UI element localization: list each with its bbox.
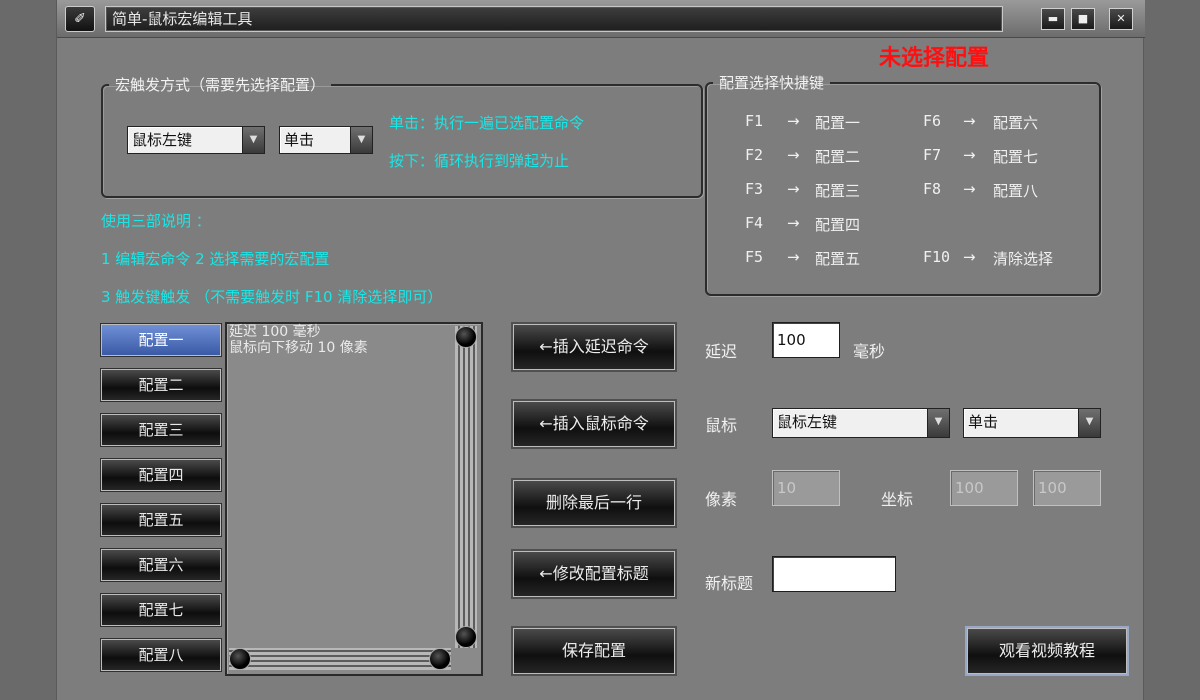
chevron-down-icon[interactable]: ▼ [350,127,372,153]
arrow-right-icon: → [963,248,976,266]
chevron-down-icon[interactable]: ▼ [242,127,264,153]
arrow-right-icon: → [963,180,976,198]
maximize-button[interactable]: ■ [1071,8,1095,30]
selection-status: 未选择配置 [879,45,990,71]
shortcut-key-f1: F1 [745,112,764,130]
mouse-action-value: 单击 [968,413,999,431]
trigger-button-select[interactable]: 鼠标左键 ▼ [127,126,265,154]
watch-video-button[interactable]: 观看视频教程 [967,628,1127,674]
arrow-right-icon: → [963,112,976,130]
instructions-header: 使用三部说明 ： [101,212,211,230]
shortcut-key-f6: F6 [923,112,942,130]
config-button-1[interactable]: 配置一 [101,324,221,356]
new-title-input[interactable] [772,556,896,592]
mouse-action-select[interactable]: 单击 ▼ [963,408,1101,438]
config-button-2[interactable]: 配置二 [101,369,221,401]
scroll-down-ball-icon[interactable] [455,626,477,648]
instructions-line-2: 3 触发键触发 （不需要触发时 F10 清除选择即可） [101,288,443,306]
window-title: 简单-鼠标宏编辑工具 [105,6,1003,32]
scroll-up-ball-icon[interactable] [455,326,477,348]
list-item[interactable]: 鼠标向下移动 10 像素 [227,340,481,356]
config-button-6[interactable]: 配置六 [101,549,221,581]
shortcut-target-3: 配置三 [815,182,861,200]
app-pen-icon[interactable]: ✐ [65,6,95,32]
shortcut-target-5: 配置五 [815,250,861,268]
shortcut-target-clear: 清除选择 [993,250,1054,268]
config-button-8[interactable]: 配置八 [101,639,221,671]
delay-input[interactable] [772,322,840,358]
arrow-right-icon: → [787,214,800,232]
mouse-button-select[interactable]: 鼠标左键 ▼ [772,408,950,438]
command-list[interactable]: 延迟 100 毫秒 鼠标向下移动 10 像素 [225,322,483,676]
shortcut-key-f2: F2 [745,146,764,164]
arrow-right-icon: → [787,146,800,164]
chevron-down-icon[interactable]: ▼ [1078,409,1100,437]
scroll-right-ball-icon[interactable] [429,648,451,670]
config-button-5[interactable]: 配置五 [101,504,221,536]
shortcut-key-f8: F8 [923,180,942,198]
shortcut-key-f5: F5 [745,248,764,266]
shortcut-key-f4: F4 [745,214,764,232]
instructions-line-1: 1 编辑宏命令 2 选择需要的宏配置 [101,250,330,268]
horizontal-scrollbar[interactable] [229,648,451,670]
shortcut-target-1: 配置一 [815,114,861,132]
chevron-down-icon[interactable]: ▼ [927,409,949,437]
pixel-label: 像素 [705,490,738,509]
press-note: 按下：循环执行到弹起为止 [389,152,570,170]
close-button[interactable]: ✕ [1109,8,1133,30]
delete-last-line-button[interactable]: 删除最后一行 [513,480,675,526]
list-item[interactable]: 延迟 100 毫秒 [227,324,481,340]
delay-label: 延迟 [705,342,738,361]
coord-x-input[interactable] [950,470,1018,506]
rename-config-button[interactable]: ←修改配置标题 [513,551,675,597]
arrow-right-icon: → [963,146,976,164]
pixel-input[interactable] [772,470,840,506]
vertical-scrollbar[interactable] [455,326,477,648]
arrow-right-icon: → [787,180,800,198]
minimize-button[interactable]: ▬ [1041,8,1065,30]
trigger-button-value: 鼠标左键 [132,131,193,149]
trigger-action-select[interactable]: 单击 ▼ [279,126,373,154]
trigger-mode-legend: 宏触发方式（需要先选择配置） [115,76,326,94]
config-button-4[interactable]: 配置四 [101,459,221,491]
delay-unit: 毫秒 [853,342,886,361]
shortcut-target-7: 配置七 [993,148,1039,166]
click-note: 单击：执行一遍已选配置命令 [389,114,585,132]
config-button-7[interactable]: 配置七 [101,594,221,626]
shortcut-target-8: 配置八 [993,182,1039,200]
trigger-action-value: 单击 [284,131,315,149]
new-title-label: 新标题 [705,574,754,593]
arrow-right-icon: → [787,248,800,266]
arrow-right-icon: → [787,112,800,130]
save-config-button[interactable]: 保存配置 [513,628,675,674]
main-window: ✐ 简单-鼠标宏编辑工具 ▬ ■ ✕ 未选择配置 宏触发方式（需要先选择配置） … [56,0,1145,700]
insert-delay-button[interactable]: ←插入延迟命令 [513,324,675,370]
shortcut-key-f3: F3 [745,180,764,198]
scroll-left-ball-icon[interactable] [229,648,251,670]
insert-mouse-button[interactable]: ←插入鼠标命令 [513,401,675,447]
shortcut-target-6: 配置六 [993,114,1039,132]
mouse-button-value: 鼠标左键 [777,413,838,431]
shortcut-key-f7: F7 [923,146,942,164]
config-button-3[interactable]: 配置三 [101,414,221,446]
shortcut-legend: 配置选择快捷键 [719,74,825,92]
shortcut-target-2: 配置二 [815,148,861,166]
shortcut-key-f10: F10 [923,248,951,266]
coord-y-input[interactable] [1033,470,1101,506]
mouse-label: 鼠标 [705,416,738,435]
title-bar[interactable]: ✐ 简单-鼠标宏编辑工具 ▬ ■ ✕ [57,0,1145,38]
coords-label: 坐标 [881,490,914,509]
shortcut-target-4: 配置四 [815,216,861,234]
